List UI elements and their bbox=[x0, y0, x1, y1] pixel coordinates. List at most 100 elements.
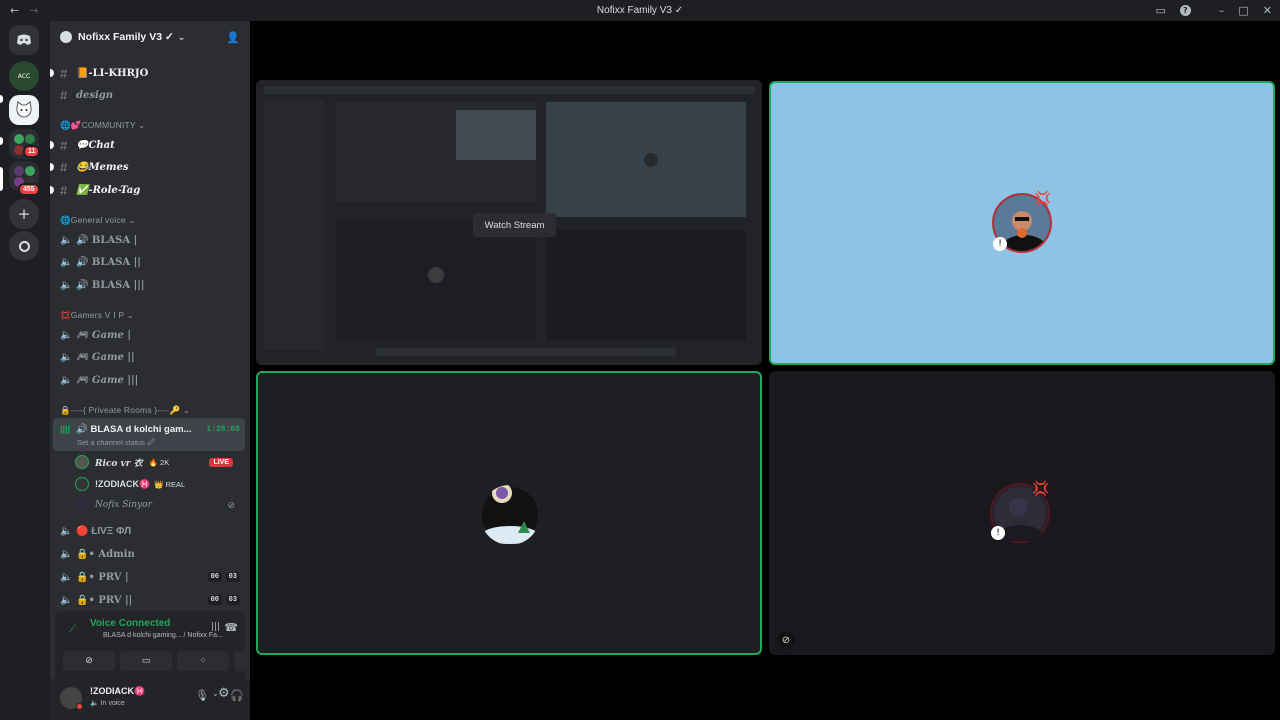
camera-off-button[interactable]: ⊘ bbox=[63, 651, 115, 671]
noise-suppression-icon[interactable]: ||| bbox=[211, 622, 220, 632]
inbox-icon[interactable]: ▭ bbox=[1155, 4, 1165, 17]
channel-label: 🔒• PRV | bbox=[76, 571, 129, 583]
speaker-icon: 🔈 bbox=[60, 256, 73, 268]
disconnect-icon[interactable]: ☎ bbox=[224, 621, 238, 634]
add-server-icon[interactable]: + bbox=[9, 199, 39, 229]
channel-label: ✅-Role-Tag bbox=[76, 184, 141, 196]
unread-dot bbox=[50, 69, 54, 77]
unread-pill bbox=[0, 137, 3, 145]
channel-label: 🔊 BLASA || bbox=[76, 256, 141, 268]
voice-channel-link[interactable]: BLASA d kolchi gaming... / Nofixx Fa... bbox=[103, 632, 223, 639]
member-name: Nofix Sinyor bbox=[95, 500, 152, 510]
invite-people-icon[interactable]: 👤 bbox=[226, 31, 240, 44]
server-icon-cat[interactable] bbox=[9, 95, 39, 125]
voice-channel-prv-1[interactable]: 🔈 🔒• PRV | 00 03 bbox=[58, 567, 242, 587]
minimize-icon[interactable]: – bbox=[1219, 4, 1225, 17]
hash-icon: # bbox=[60, 182, 68, 198]
channel-sidebar: Nofixx Family V3 ✓ ⌄ 👤 # 📙-LI-KHRJO # de… bbox=[50, 21, 250, 720]
voice-channel-admin[interactable]: 🔈 🔒• Admin bbox=[58, 544, 242, 564]
live-badge: LIVE bbox=[209, 457, 233, 467]
voice-channel-prv-2[interactable]: 🔈 🔒• PRV || 00 03 bbox=[58, 590, 242, 610]
watch-stream-button[interactable]: Watch Stream bbox=[473, 213, 556, 237]
forward-icon[interactable]: → bbox=[29, 4, 38, 17]
channel-label: 🔒• Admin bbox=[76, 548, 135, 560]
mention-badge: 11 bbox=[23, 145, 41, 158]
avatar bbox=[75, 498, 89, 512]
participant-tile[interactable] bbox=[256, 371, 762, 655]
voice-channel-blasa-1[interactable]: 🔈 🔊 BLASA | bbox=[58, 230, 242, 250]
mute-badge-icon: ! bbox=[993, 237, 1007, 251]
member-extra: 🔥 2K bbox=[148, 457, 170, 467]
category-community[interactable]: 🌐💕COMMUNITY ⌄ bbox=[60, 120, 146, 131]
channel-label: 😂Memes bbox=[76, 161, 129, 173]
voice-channel-blasa-3[interactable]: 🔈 🔊 BLASA ||| bbox=[58, 275, 242, 295]
category-gamers-vip[interactable]: 💢Gamers V I P ⌄ bbox=[60, 310, 134, 321]
channel-label: 💬Chat bbox=[76, 139, 115, 151]
speaker-icon: 🔈 bbox=[60, 329, 73, 341]
voice-member[interactable]: !ZODIACK♓ 👑 REAL bbox=[75, 474, 243, 494]
server-header[interactable]: Nofixx Family V3 ✓ ⌄ 👤 bbox=[50, 21, 250, 53]
member-name: Rico vr 衣 bbox=[95, 458, 143, 469]
call-timer: 1:26:05 bbox=[206, 424, 240, 434]
voice-channel-game-3[interactable]: 🔈 🎮 Game ||| bbox=[58, 370, 242, 390]
category-private-rooms[interactable]: 🔒----{ Priveate Rooms }----🔑 ⌄ bbox=[60, 405, 190, 416]
member-extra: 👑 REAL bbox=[154, 479, 186, 489]
channel-chat[interactable]: # 💬Chat bbox=[50, 135, 242, 155]
hash-icon: # bbox=[60, 159, 68, 175]
explore-icon[interactable] bbox=[9, 231, 39, 261]
settings-gear-icon[interactable]: ⚙ bbox=[218, 686, 230, 701]
speaker-icon: 🔈 bbox=[60, 351, 73, 363]
server-logo-icon bbox=[60, 31, 72, 43]
user-status: 🔈 In voice bbox=[90, 700, 125, 707]
speaker-locked-icon: 🔈 bbox=[60, 594, 73, 606]
voice-member[interactable]: Nofix Sinyor ⊘ bbox=[75, 495, 243, 515]
user-limit: 03 bbox=[225, 572, 240, 582]
speaker-icon: 🔈 bbox=[60, 279, 73, 291]
voice-channel-game-1[interactable]: 🔈 🎮 Game | bbox=[58, 325, 242, 345]
server-icon-acc[interactable]: ACC bbox=[9, 61, 39, 91]
window-controls: ▭ ? – □ ✕ bbox=[1155, 0, 1272, 21]
activities-button[interactable]: ⁘ bbox=[177, 651, 229, 671]
screen-share-button[interactable]: ▭ bbox=[120, 651, 172, 671]
channel-label: 🎮 Game || bbox=[76, 351, 135, 363]
active-channel-row: |||| 🔊 BLASA d kolchi gam... 1:26:05 bbox=[58, 419, 242, 439]
channel-role-tag[interactable]: # ✅-Role-Tag bbox=[50, 180, 242, 200]
participant-tile[interactable]: 💢 ! ⊘ bbox=[769, 371, 1275, 655]
voice-stage: Watch Stream 💢 ! 💢 ! ⊘ bbox=[250, 21, 1280, 720]
voice-channel-game-2[interactable]: 🔈 🎮 Game || bbox=[58, 347, 242, 367]
mic-muted-icon: ⊘ bbox=[777, 631, 795, 649]
discord-home-icon[interactable] bbox=[9, 25, 39, 55]
voice-member[interactable]: Rico vr 衣 🔥 2K LIVE bbox=[75, 452, 243, 472]
mention-badge: 455 bbox=[18, 183, 40, 196]
channel-label: 🔴 ŁIVΞ ФЛ bbox=[76, 525, 132, 537]
back-icon[interactable]: ← bbox=[10, 4, 19, 17]
headphones-icon[interactable]: 🎧 bbox=[230, 689, 244, 702]
channel-label: 📙-LI-KHRJO bbox=[76, 67, 149, 79]
user-name: !ZODIACK♓ bbox=[90, 686, 146, 696]
channel-design[interactable]: # design bbox=[58, 85, 242, 105]
participant-tile-speaking[interactable]: 💢 ! bbox=[769, 81, 1275, 365]
voice-channel-live[interactable]: 🔈 🔴 ŁIVΞ ФЛ bbox=[58, 521, 242, 541]
maximize-icon[interactable]: □ bbox=[1238, 4, 1248, 17]
close-icon[interactable]: ✕ bbox=[1263, 4, 1272, 17]
voice-action-row: ⊘ ▭ ⁘ ✧ bbox=[63, 651, 250, 671]
soundboard-button[interactable]: ✧ bbox=[234, 651, 250, 671]
channel-li-khrjo[interactable]: # 📙-LI-KHRJO bbox=[50, 63, 242, 83]
microphone-icon[interactable]: 🎙 bbox=[195, 689, 209, 702]
speaker-locked-icon: 🔈 bbox=[60, 571, 73, 583]
signal-icon: ⟋ bbox=[69, 624, 76, 635]
channel-status[interactable]: Set a channel status 🖉 bbox=[77, 437, 155, 450]
stream-tile[interactable]: Watch Stream bbox=[256, 80, 762, 365]
member-name: !ZODIACK♓ bbox=[95, 478, 151, 489]
status-dot bbox=[76, 703, 83, 710]
user-limit: 03 bbox=[225, 595, 240, 605]
chevron-down-icon: ⌄ bbox=[177, 31, 186, 42]
anger-icon: 💢 bbox=[1034, 191, 1052, 207]
channel-memes[interactable]: # 😂Memes bbox=[50, 157, 242, 177]
voice-channel-blasa-2[interactable]: 🔈 🔊 BLASA || bbox=[58, 252, 242, 272]
speaker-icon: 🔈 bbox=[60, 525, 73, 537]
hash-icon: # bbox=[60, 87, 68, 103]
category-general-voice[interactable]: 🌐General voice ⌄ bbox=[60, 215, 136, 226]
unread-dot bbox=[50, 141, 54, 149]
help-icon[interactable]: ? bbox=[1179, 5, 1191, 16]
